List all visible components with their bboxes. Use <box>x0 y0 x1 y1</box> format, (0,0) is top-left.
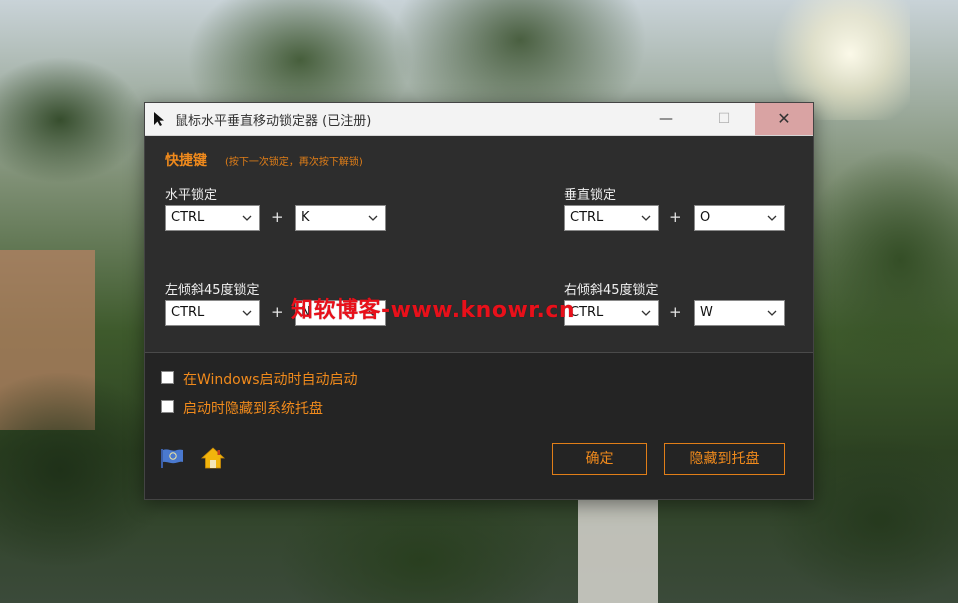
home-icon[interactable] <box>201 446 225 470</box>
maximize-icon: ☐ <box>717 111 731 127</box>
select-value: K <box>301 210 310 225</box>
minimize-icon: — <box>659 111 673 127</box>
select-value: CTRL <box>171 210 205 225</box>
select-value: CTRL <box>570 210 604 225</box>
background-building <box>0 250 95 430</box>
app-window: 鼠标水平垂直移动锁定器 (已注册) — ☐ ✕ 快捷键 (按下一次锁定，再次按下… <box>144 102 814 500</box>
window-title: 鼠标水平垂直移动锁定器 (已注册) <box>175 114 372 129</box>
select-value: W <box>700 305 713 320</box>
close-icon: ✕ <box>777 109 791 128</box>
right-tilt-modifier-select[interactable]: CTRL <box>564 300 659 326</box>
chevron-down-icon <box>641 310 651 316</box>
select-value: O <box>700 210 711 225</box>
plus-sign: + <box>669 208 682 226</box>
close-button[interactable]: ✕ <box>755 103 813 135</box>
vertical-lock-label: 垂直锁定 <box>564 188 617 203</box>
chevron-down-icon <box>368 215 378 221</box>
vertical-key-select[interactable]: O <box>694 205 785 231</box>
chevron-down-icon <box>767 310 777 316</box>
left-tilt-lock-label: 左倾斜45度锁定 <box>165 283 260 298</box>
hide-to-tray-button[interactable]: 隐藏到托盘 <box>664 443 785 475</box>
hotkey-hint: (按下一次锁定，再次按下解锁) <box>225 157 363 168</box>
horizontal-lock-label: 水平锁定 <box>165 188 218 203</box>
hide-to-tray-label[interactable]: 启动时隐藏到系统托盘 <box>183 398 323 418</box>
chevron-down-icon <box>242 215 252 221</box>
right-tilt-key-select[interactable]: W <box>694 300 785 326</box>
chevron-down-icon <box>242 310 252 316</box>
chevron-down-icon <box>641 215 651 221</box>
background-church <box>578 500 658 603</box>
hotkey-panel: 快捷键 (按下一次锁定，再次按下解锁) 水平锁定 CTRL + K 垂直锁定 C… <box>145 136 813 352</box>
left-tilt-modifier-select[interactable]: CTRL <box>165 300 260 326</box>
cursor-app-icon <box>154 112 164 126</box>
autostart-checkbox[interactable] <box>161 371 174 384</box>
ok-button[interactable]: 确定 <box>552 443 647 475</box>
maximize-button[interactable]: ☐ <box>701 103 747 135</box>
horizontal-key-select[interactable]: K <box>295 205 386 231</box>
watermark-text: 知软博客-www.knowr.cn <box>291 298 576 323</box>
plus-sign: + <box>669 303 682 321</box>
chevron-down-icon <box>767 215 777 221</box>
select-value: CTRL <box>171 305 205 320</box>
plus-sign: + <box>271 208 284 226</box>
flag-icon[interactable] <box>159 447 185 469</box>
hotkey-section-title: 快捷键 <box>165 153 207 169</box>
right-tilt-lock-label: 右倾斜45度锁定 <box>564 283 659 298</box>
vertical-modifier-select[interactable]: CTRL <box>564 205 659 231</box>
autostart-label[interactable]: 在Windows启动时自动启动 <box>183 369 358 389</box>
hide-to-tray-checkbox[interactable] <box>161 400 174 413</box>
title-bar[interactable]: 鼠标水平垂直移动锁定器 (已注册) — ☐ ✕ <box>145 103 813 136</box>
options-panel: 在Windows启动时自动启动 启动时隐藏到系统托盘 确定 隐藏到托盘 <box>145 353 813 499</box>
minimize-button[interactable]: — <box>643 103 689 135</box>
horizontal-modifier-select[interactable]: CTRL <box>165 205 260 231</box>
plus-sign: + <box>271 303 284 321</box>
